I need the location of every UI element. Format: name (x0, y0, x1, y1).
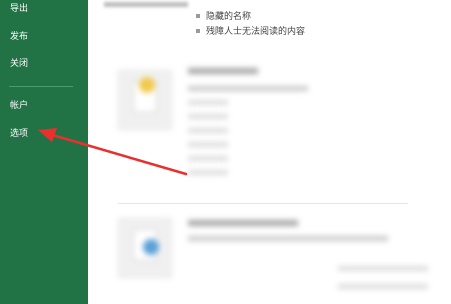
blurred-text-line (188, 114, 228, 119)
bullet-icon (196, 28, 200, 33)
blurred-text-line (338, 266, 428, 271)
blurred-text-line (188, 170, 228, 175)
blurred-list-item (104, 0, 188, 7)
blurred-text-line (188, 236, 388, 241)
blurred-text-line (188, 100, 228, 105)
sidebar-divider (9, 86, 73, 87)
section-divider (118, 203, 408, 204)
blurred-text-line (188, 142, 228, 147)
sidebar-item-options[interactable]: 选项 (10, 128, 28, 140)
sidebar-item-account[interactable]: 帐户 (10, 100, 28, 112)
backstage-sidebar: 导出 发布 关闭 帐户 选项 (0, 0, 88, 304)
globe-icon (143, 239, 159, 255)
inspect-list-item-label: 残障人士无法阅读的内容 (206, 27, 306, 37)
sidebar-item-close[interactable]: 关闭 (10, 58, 28, 70)
sidebar-item-export[interactable]: 导出 (10, 3, 28, 15)
sidebar-item-publish[interactable]: 发布 (10, 31, 28, 43)
clock-icon (139, 77, 155, 93)
blurred-text-line (188, 86, 308, 91)
manage-workbook-section (118, 62, 418, 192)
blurred-text-line (188, 128, 228, 133)
blurred-heading (188, 68, 258, 74)
inspect-list-item-accessibility: 残障人士无法阅读的内容 (196, 26, 305, 38)
browser-view-tile[interactable] (118, 218, 172, 278)
blurred-footer-text (338, 262, 438, 302)
blurred-text-line (338, 284, 428, 289)
excel-backstage-view: 导出 发布 关闭 帐户 选项 隐藏的名称 残障人士无法阅读的内容 (0, 0, 451, 304)
inspect-list-item-hidden-names: 隐藏的名称 (196, 11, 251, 23)
manage-workbook-tile[interactable] (118, 70, 172, 130)
blurred-heading (188, 220, 298, 226)
blurred-text-line (188, 156, 228, 161)
bullet-icon (196, 13, 200, 18)
inspect-list-item-label: 隐藏的名称 (206, 12, 252, 22)
